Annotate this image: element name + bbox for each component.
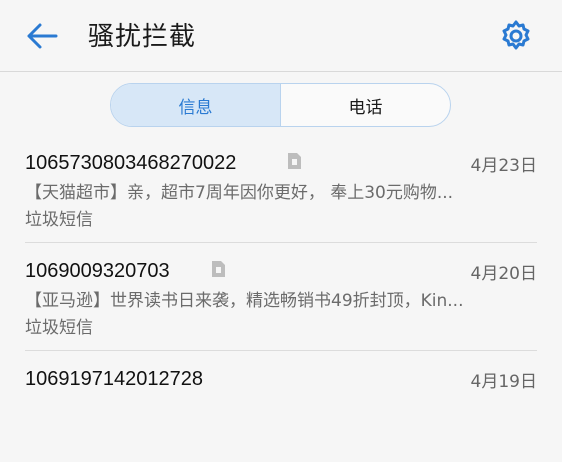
app-header: 骚扰拦截 (0, 0, 562, 72)
list-item[interactable]: 1069197142012728 4月19日 (25, 356, 537, 462)
gear-icon (502, 20, 530, 50)
spam-category-label: 垃圾短信 (25, 210, 93, 230)
message-preview: 【亚马逊】世界读书日来袭，精选畅销书49折封顶，Kin... (25, 291, 464, 311)
page-title: 骚扰拦截 (88, 22, 197, 52)
divider (25, 350, 537, 351)
sender-number: 1065730803468270022 (25, 152, 237, 174)
settings-button[interactable] (496, 16, 536, 56)
sim-card-icon (212, 261, 225, 277)
arrow-left-icon (27, 23, 58, 49)
spam-category-label: 垃圾短信 (25, 318, 93, 338)
segmented-control: 信息 电话 (110, 83, 451, 127)
back-button[interactable] (22, 16, 62, 56)
divider (25, 242, 537, 243)
sim-card-icon (288, 153, 301, 169)
message-preview: 【天猫超市】亲，超市7周年因你更好， 奉上30元购物... (25, 183, 454, 203)
tab-calls[interactable]: 电话 (281, 84, 450, 126)
list-item[interactable]: 1065730803468270022 4月23日 【天猫超市】亲，超市7周年因… (25, 140, 537, 246)
tab-messages[interactable]: 信息 (111, 84, 281, 126)
sender-number: 1069197142012728 (25, 368, 203, 390)
message-date: 4月20日 (470, 264, 537, 284)
sender-number: 1069009320703 (25, 260, 170, 282)
message-date: 4月19日 (470, 372, 537, 392)
message-date: 4月23日 (470, 156, 537, 176)
list-item[interactable]: 1069009320703 4月20日 【亚马逊】世界读书日来袭，精选畅销书49… (25, 248, 537, 354)
